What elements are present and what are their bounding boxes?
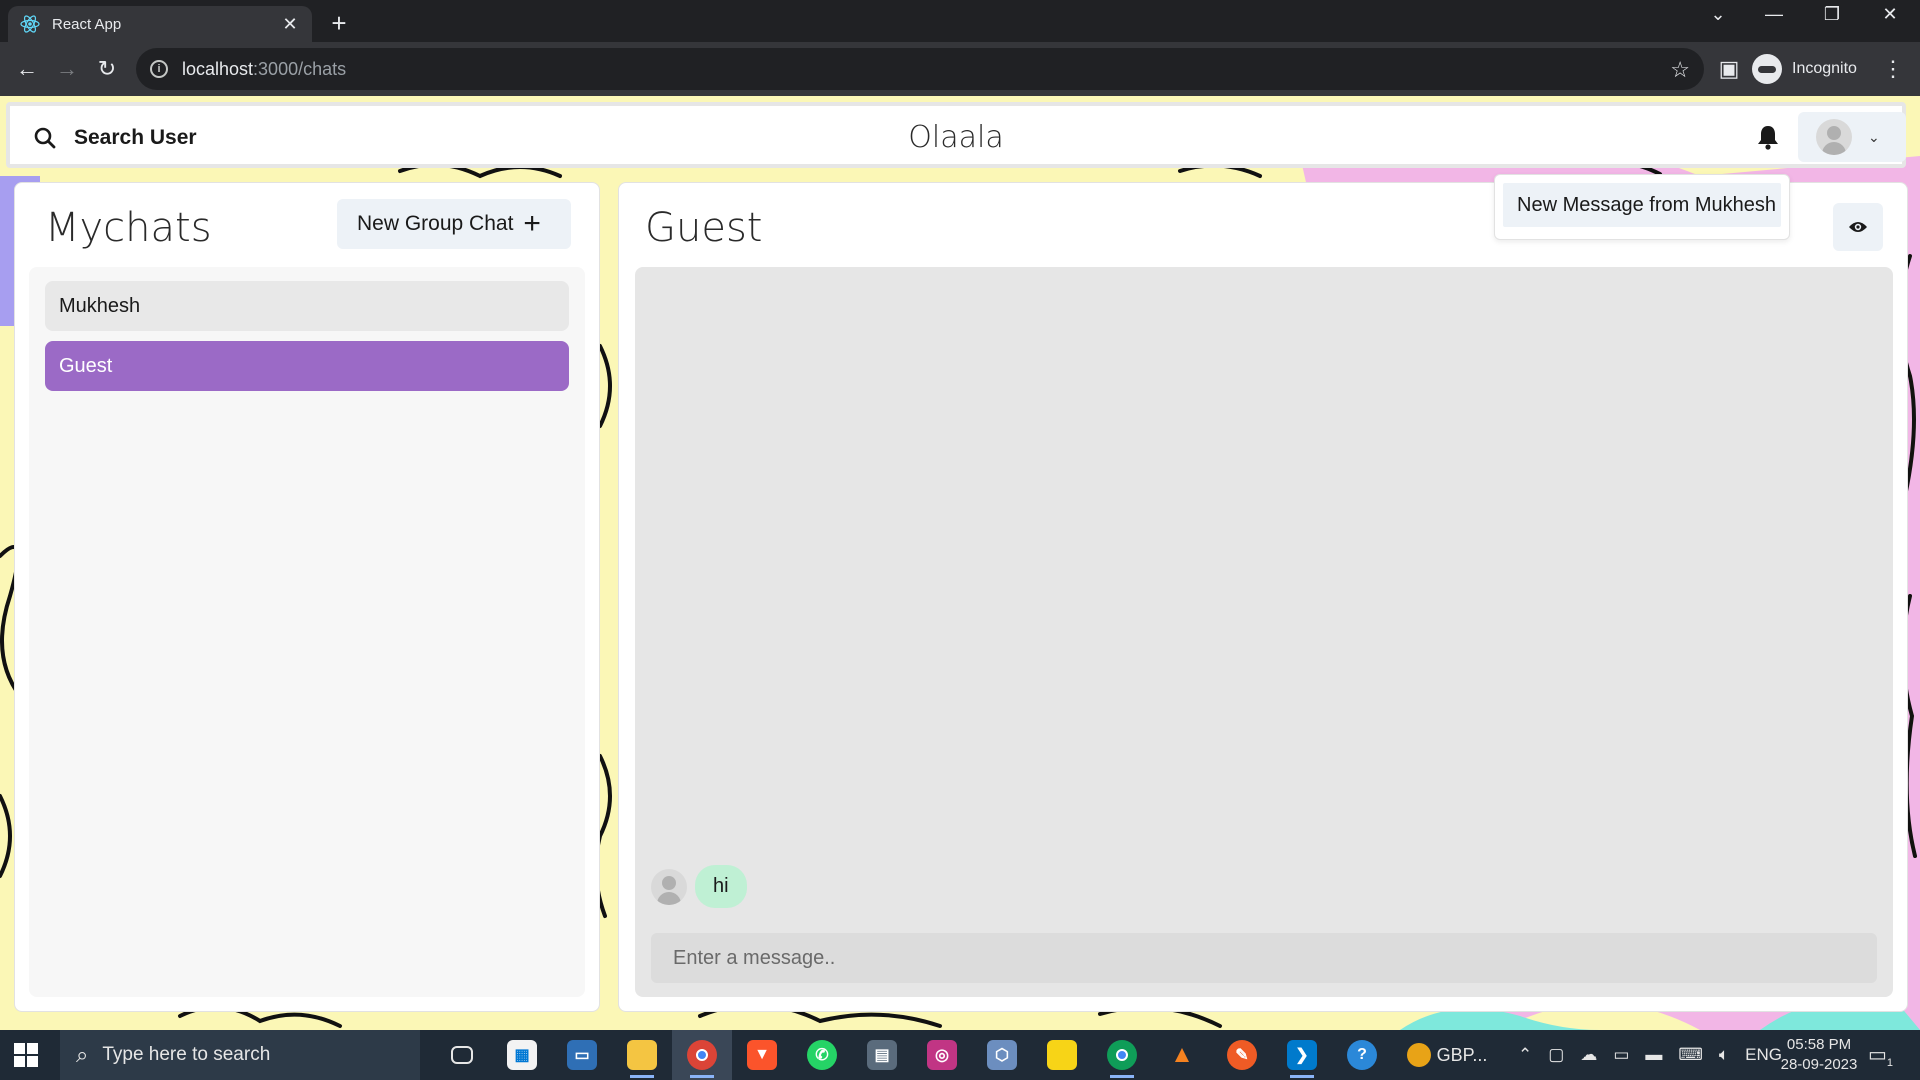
browser-toolbar: ← → ↻ i localhost:3000/chats ☆ ▣ Incogni…: [0, 42, 1920, 96]
browser-menu-icon[interactable]: ⋮: [1876, 52, 1910, 86]
onedrive-icon[interactable]: ☁: [1580, 1045, 1597, 1065]
address-bar[interactable]: i localhost:3000/chats ☆: [136, 48, 1704, 90]
network-icon[interactable]: ⌨: [1678, 1045, 1703, 1065]
messages-area: hi: [635, 267, 1893, 997]
currency-widget[interactable]: GBP...: [1392, 1030, 1502, 1080]
whatsapp-icon[interactable]: ✆: [792, 1030, 852, 1080]
url-path: :3000/chats: [253, 58, 347, 79]
taskbar: ⌕ Type here to search ▦ ▭ ▼ ✆ ▤ ◎ ⬡ ▲ ✎ …: [0, 1030, 1920, 1080]
clock-time: 05:58 PM: [1786, 1036, 1852, 1053]
reload-icon[interactable]: ↻: [90, 52, 124, 86]
restore-icon[interactable]: ❐: [1812, 4, 1852, 25]
brave-icon[interactable]: ▼: [732, 1030, 792, 1080]
chat-item-guest[interactable]: Guest: [45, 341, 569, 391]
help-icon[interactable]: ?: [1332, 1030, 1392, 1080]
chevron-up-icon[interactable]: ⌃: [1518, 1045, 1532, 1065]
avatar-icon: [1816, 119, 1852, 155]
clock-date: 28-09-2023: [1780, 1056, 1858, 1073]
currency-widget-label: GBP...: [1436, 1044, 1488, 1065]
profile-menu-button[interactable]: ⌄: [1798, 112, 1906, 162]
windows-start-icon[interactable]: [14, 1043, 38, 1067]
eye-icon: [1849, 222, 1867, 232]
notification-count: 1: [1886, 1057, 1894, 1069]
view-profile-button[interactable]: [1833, 203, 1883, 251]
chevron-down-icon: ⌄: [1868, 128, 1880, 145]
postman-icon[interactable]: ✎: [1212, 1030, 1272, 1080]
microsoft-store-icon[interactable]: ▦: [492, 1030, 552, 1080]
file-explorer-icon[interactable]: [612, 1030, 672, 1080]
new-group-chat-button[interactable]: New Group Chat +: [337, 199, 571, 249]
system-tray: ⌃ ▢ ☁ ▭ ▬ ⌨ 🔈︎ ENG: [1510, 1030, 1790, 1080]
laptop-app-icon[interactable]: ▭: [552, 1030, 612, 1080]
tab-search-icon[interactable]: ⌄: [1698, 4, 1738, 25]
display-icon[interactable]: ▭: [1613, 1045, 1629, 1065]
chat-list: Mukhesh Guest: [29, 267, 585, 997]
notification-dropdown: New Message from Mukhesh: [1494, 174, 1790, 240]
minimize-icon[interactable]: —: [1754, 4, 1794, 25]
taskbar-search-placeholder: Type here to search: [102, 1044, 271, 1065]
notification-item[interactable]: New Message from Mukhesh: [1503, 183, 1781, 227]
mychats-title: Mychats: [45, 205, 212, 251]
notification-center-icon[interactable]: ▭1: [1868, 1042, 1898, 1069]
mychats-panel: Mychats New Group Chat + Mukhesh Guest: [14, 182, 600, 1012]
incognito-icon: [1752, 54, 1782, 84]
volume-icon[interactable]: 🔈︎: [1719, 1045, 1729, 1065]
side-panel-icon[interactable]: ▣: [1712, 52, 1746, 86]
react-icon: [20, 15, 40, 33]
plus-icon: +: [523, 207, 541, 240]
sender-avatar-icon[interactable]: [651, 868, 687, 905]
chrome-profile-icon[interactable]: [1092, 1030, 1152, 1080]
url-host: localhost: [182, 58, 254, 79]
taskbar-apps: ▦ ▭ ▼ ✆ ▤ ◎ ⬡ ▲ ✎ ❯ ? GBP...: [432, 1030, 1502, 1080]
forward-icon[interactable]: →: [50, 52, 84, 86]
message-row: hi: [651, 865, 747, 908]
message-input[interactable]: [651, 933, 1877, 983]
instagram-icon[interactable]: ◎: [912, 1030, 972, 1080]
chat-box-panel: Guest hi: [618, 182, 1908, 1012]
chat-item-mukhesh[interactable]: Mukhesh: [45, 281, 569, 331]
app-header: Search User Olaala ⌄: [6, 102, 1906, 168]
back-icon[interactable]: ←: [10, 52, 44, 86]
new-tab-icon[interactable]: +: [325, 8, 353, 39]
sticky-notes-icon[interactable]: [1032, 1030, 1092, 1080]
incognito-label: Incognito: [1792, 60, 1857, 77]
site-info-icon[interactable]: i: [150, 60, 168, 78]
bell-icon[interactable]: [1756, 124, 1780, 150]
vscode-icon[interactable]: ❯: [1272, 1030, 1332, 1080]
task-view-icon[interactable]: [432, 1030, 492, 1080]
browser-tab[interactable]: React App ✕: [8, 6, 312, 42]
meet-icon[interactable]: ▢: [1548, 1045, 1564, 1065]
tab-close-icon[interactable]: ✕: [280, 14, 300, 35]
chat-title: Guest: [645, 205, 763, 251]
battery-icon[interactable]: ▬: [1645, 1045, 1662, 1065]
taskbar-clock[interactable]: 05:58 PM 28-09-2023: [1764, 1035, 1874, 1075]
close-window-icon[interactable]: ✕: [1870, 4, 1910, 25]
search-icon: ⌕: [76, 1042, 89, 1067]
chat-item-label: Guest: [59, 354, 113, 377]
tab-title: React App: [52, 15, 122, 33]
vlc-icon[interactable]: ▲: [1152, 1030, 1212, 1080]
message-bubble: hi: [695, 865, 747, 908]
new-group-chat-label: New Group Chat: [357, 212, 514, 235]
browser-tabstrip: React App ✕ + ⌄ — ❐ ✕: [0, 0, 1920, 42]
chrome-icon[interactable]: [672, 1030, 732, 1080]
virtualbox-icon[interactable]: ⬡: [972, 1030, 1032, 1080]
app-brand-title: Olaala: [908, 120, 1004, 155]
bookmark-star-icon[interactable]: ☆: [1670, 57, 1690, 83]
taskbar-search[interactable]: ⌕ Type here to search: [60, 1030, 420, 1080]
incognito-profile[interactable]: Incognito: [1752, 48, 1857, 90]
chat-item-label: Mukhesh: [59, 294, 141, 317]
page-background: Search User Olaala ⌄ Mychats New Group C…: [0, 96, 1920, 1030]
calculator-icon[interactable]: ▤: [852, 1030, 912, 1080]
